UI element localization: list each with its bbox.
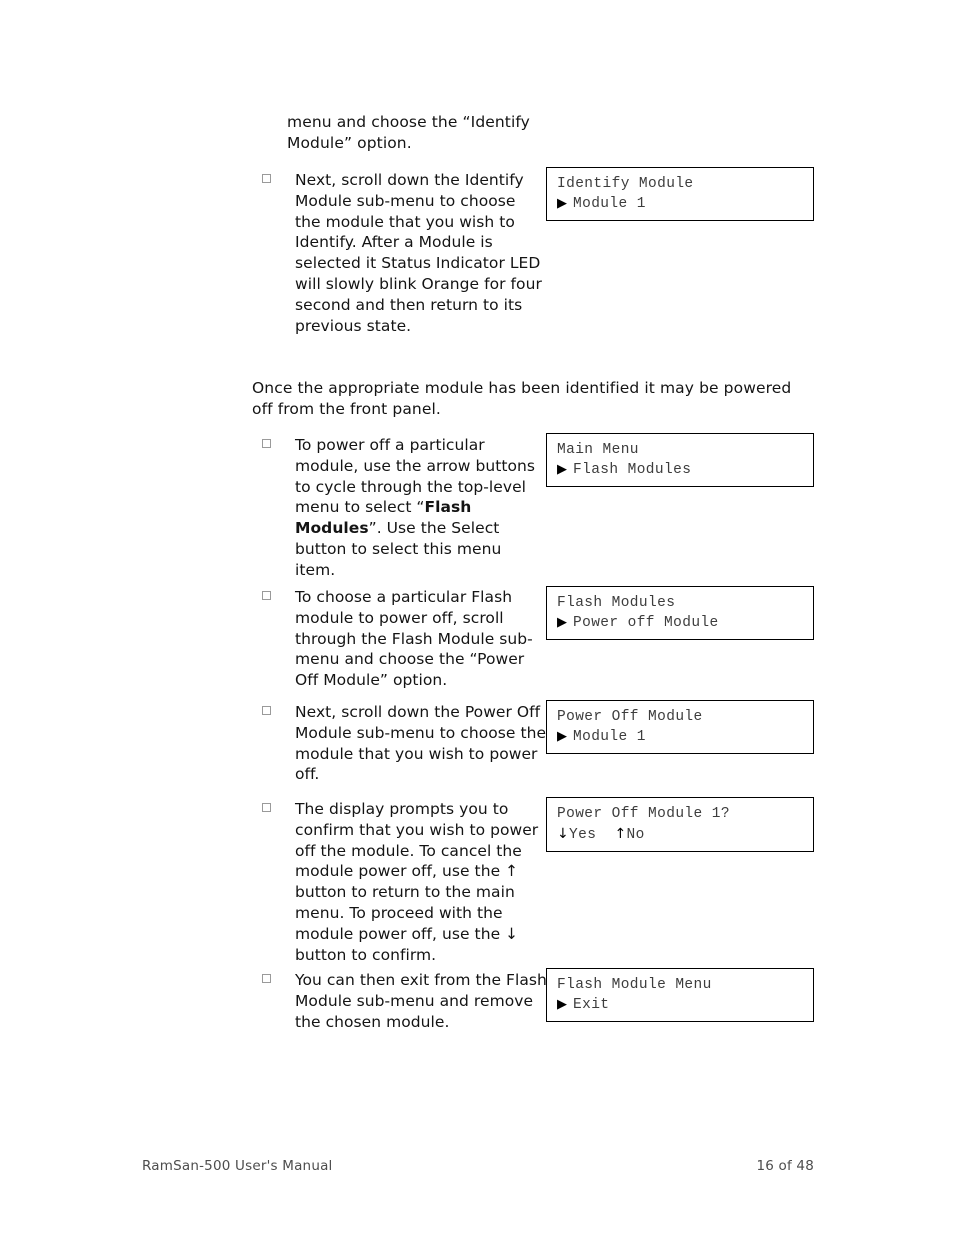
lcd-selection-label: Module 1 <box>573 196 646 212</box>
footer-page-number: 16 of 48 <box>756 1158 814 1174</box>
lcd-line-selection: ▶ Module 1 <box>557 727 813 747</box>
bullet-item-confirm-prompt: The display prompts you to confirm that … <box>262 799 550 965</box>
lcd-display-power-off-module: Power Off Module ▶ Module 1 <box>546 700 814 754</box>
empty-square-bullet-icon <box>262 974 271 983</box>
lcd-selection-label: Module 1 <box>573 729 646 745</box>
footer-document-title: RamSan-500 User's Manual <box>142 1158 333 1174</box>
lcd-display-flash-modules: Flash Modules ▶ Power off Module <box>546 586 814 640</box>
empty-square-bullet-icon <box>262 174 271 183</box>
bullet-item-label: Next, scroll down the Power Off Module s… <box>295 703 547 784</box>
lcd-line-title: Flash Modules <box>557 595 676 611</box>
bullet-text-before-bold: To power off a particular module, use th… <box>295 436 536 517</box>
bullet-item-label: The display prompts you to confirm that … <box>295 800 539 964</box>
lcd-line-selection: ▶ Exit <box>557 995 813 1015</box>
empty-square-bullet-icon <box>262 591 271 600</box>
arrow-down-icon: ↓ <box>557 826 569 842</box>
bullet-item-label: To choose a particular Flash module to p… <box>295 588 533 690</box>
lcd-line-title: Main Menu <box>557 442 639 458</box>
lcd-selection-label: Power off Module <box>573 615 719 631</box>
bullet-item-label: To power off a particular module, use th… <box>295 435 542 581</box>
right-triangle-caret-icon: ▶ <box>557 462 567 477</box>
document-page: menu and choose the “Identify Module” op… <box>0 0 954 1235</box>
bullet-item-identify-module: Next, scroll down the Identify Module su… <box>262 170 542 336</box>
empty-square-bullet-icon <box>262 803 271 812</box>
bullet-item-exit-submenu: You can then exit from the Flash Module … <box>262 970 550 1032</box>
lcd-no-label: No <box>626 827 645 843</box>
lcd-line-title: Flash Module Menu <box>557 977 712 993</box>
empty-square-bullet-icon <box>262 706 271 715</box>
lcd-display-flash-module-menu: Flash Module Menu ▶ Exit <box>546 968 814 1022</box>
section-intro-paragraph: Once the appropriate module has been ide… <box>252 379 792 418</box>
bullet-item-scroll-power-off: Next, scroll down the Power Off Module s… <box>262 702 550 785</box>
arrow-up-icon: ↑ <box>614 826 627 842</box>
lcd-line-title: Power Off Module <box>557 709 703 725</box>
lcd-line-title: Identify Module <box>557 176 694 192</box>
lcd-display-identify-module: Identify Module ▶ Module 1 <box>546 167 814 221</box>
continued-paragraph: menu and choose the “Identify Module” op… <box>287 113 530 152</box>
lcd-display-main-menu: Main Menu ▶ Flash Modules <box>546 433 814 487</box>
bullet-item-label: Next, scroll down the Identify Module su… <box>295 171 542 335</box>
lcd-display-confirm: Power Off Module 1? ↓Yes ↑No <box>546 797 814 852</box>
lcd-line-title: Power Off Module 1? <box>557 806 730 822</box>
empty-square-bullet-icon <box>262 439 271 448</box>
lcd-line-choices: ↓Yes ↑No <box>557 824 813 845</box>
lcd-selection-label: Exit <box>573 997 610 1013</box>
lcd-selection-label: Flash Modules <box>573 462 692 478</box>
right-triangle-caret-icon: ▶ <box>557 729 567 744</box>
lcd-choice-gap <box>596 827 614 843</box>
bullet-item-label: You can then exit from the Flash Module … <box>295 971 547 1031</box>
lcd-line-selection: ▶ Module 1 <box>557 194 813 214</box>
right-triangle-caret-icon: ▶ <box>557 196 567 211</box>
lcd-line-selection: ▶ Power off Module <box>557 613 813 633</box>
right-triangle-caret-icon: ▶ <box>557 615 567 630</box>
right-triangle-caret-icon: ▶ <box>557 997 567 1012</box>
page-footer: RamSan-500 User's Manual 16 of 48 <box>0 1158 954 1182</box>
bullet-item-power-off-particular: To power off a particular module, use th… <box>262 435 542 581</box>
lcd-yes-label: Yes <box>569 827 597 843</box>
lcd-line-selection: ▶ Flash Modules <box>557 460 813 480</box>
bullet-item-choose-flash-module: To choose a particular Flash module to p… <box>262 587 542 691</box>
